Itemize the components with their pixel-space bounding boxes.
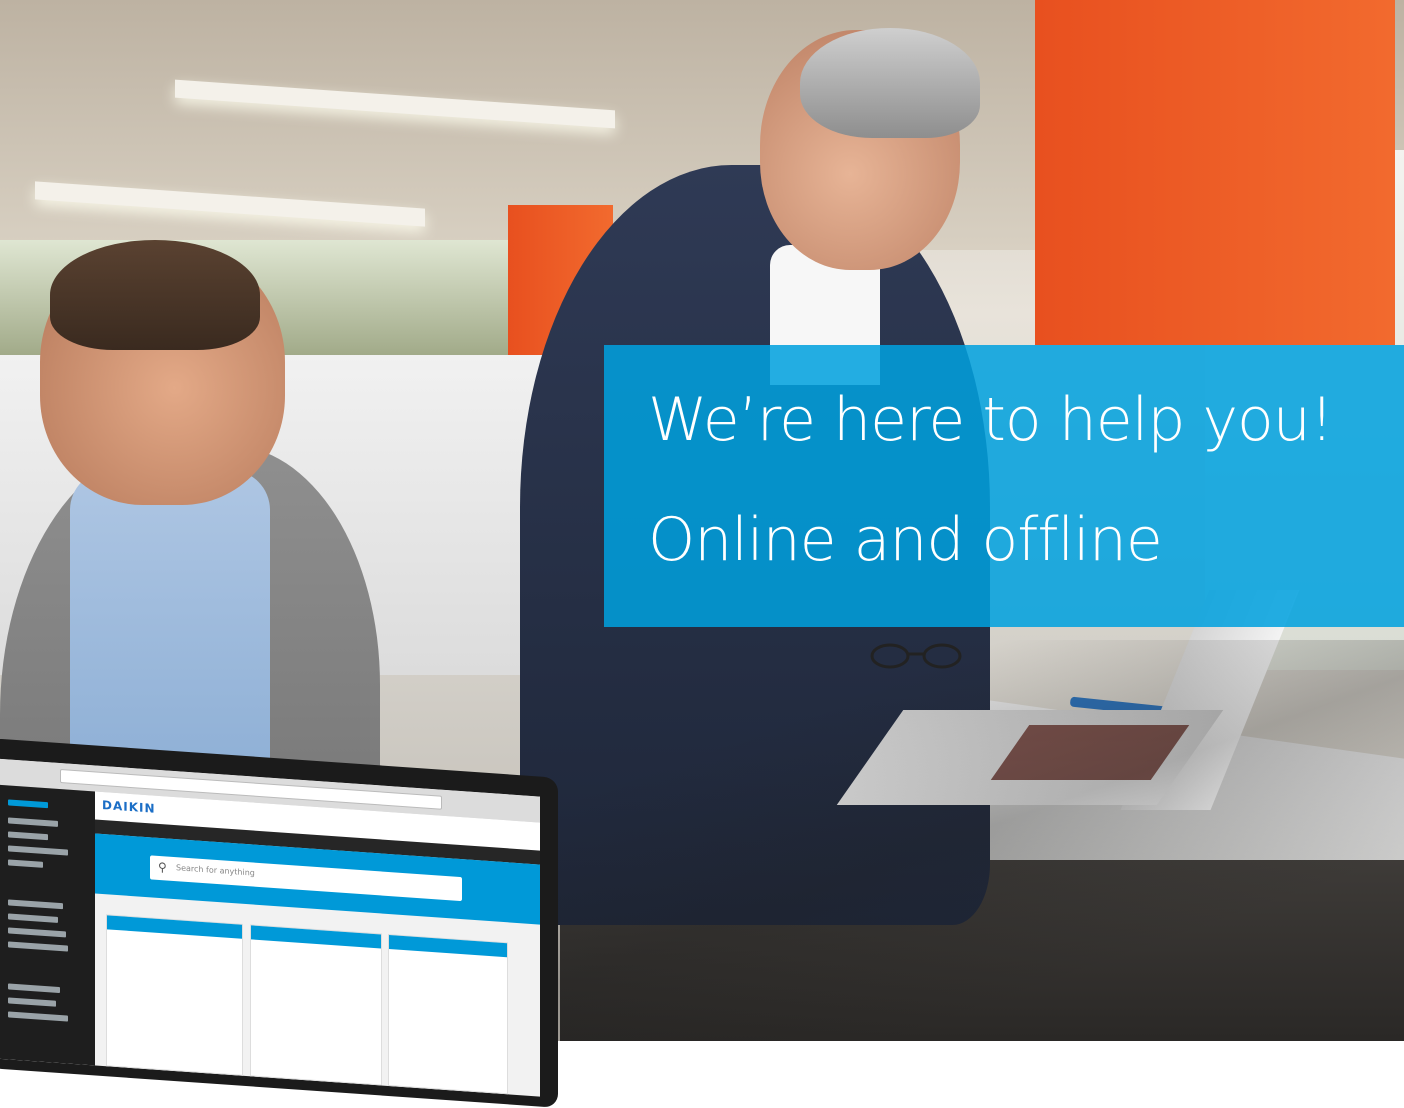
- search-placeholder: Search for anything: [176, 863, 255, 878]
- search-icon: ⚲: [158, 859, 167, 875]
- foreground-laptop: DAIKIN ⚲ Search for anything: [0, 738, 558, 1108]
- dashboard-card: [106, 914, 243, 1076]
- orange-wall: [1035, 0, 1395, 345]
- seated-man-hair: [50, 240, 260, 350]
- subline-text: Online and offline: [648, 505, 1163, 575]
- dashboard-card: [388, 933, 508, 1095]
- standing-man-hair: [800, 28, 980, 138]
- laptop-screen: DAIKIN ⚲ Search for anything: [0, 758, 540, 1097]
- headline-banner: We’re here to help you! Online and offli…: [604, 345, 1404, 627]
- portal-sidebar: [0, 784, 95, 1066]
- dashboard-card: [250, 924, 382, 1086]
- headline-text: We’re here to help you!: [648, 385, 1334, 455]
